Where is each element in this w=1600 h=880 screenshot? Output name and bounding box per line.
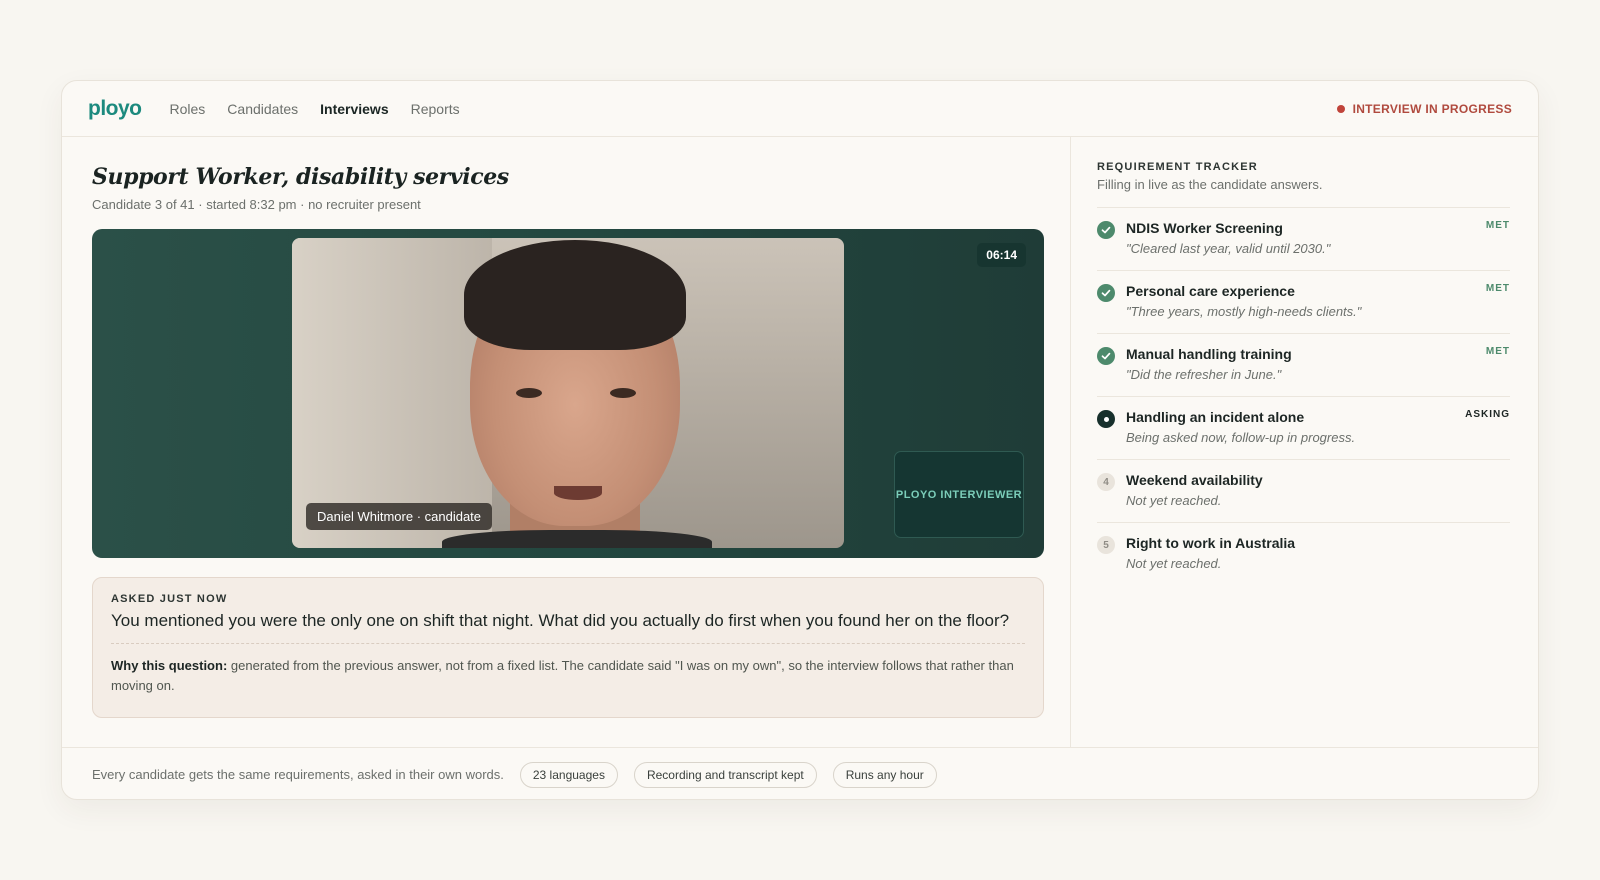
requirement-item[interactable]: 5 Right to work in Australia Not yet rea… <box>1097 523 1510 586</box>
requirement-name: Weekend availability <box>1126 472 1263 488</box>
candidate-mouth <box>554 486 602 500</box>
requirement-note: Not yet reached. <box>1126 493 1222 508</box>
page-title: Support Worker, disability services <box>92 164 509 190</box>
requirement-name: Handling an incident alone <box>1126 409 1305 425</box>
ployo-logo[interactable]: ployo <box>88 97 142 121</box>
requirement-item[interactable]: Personal care experience "Three years, m… <box>1097 271 1510 334</box>
tracker-title: REQUIREMENT TRACKER <box>1097 161 1258 173</box>
requirement-name: Right to work in Australia <box>1126 535 1296 551</box>
background-wall <box>292 238 492 548</box>
question-label: ASKED JUST NOW <box>111 593 228 605</box>
interview-status-text: INTERVIEW IN PROGRESS <box>1352 101 1512 116</box>
nav-roles[interactable]: Roles <box>170 101 206 117</box>
check-icon <box>1097 221 1115 239</box>
candidate-shirt <box>442 530 712 548</box>
interview-timer: 06:14 <box>977 243 1026 267</box>
nav-candidates[interactable]: Candidates <box>227 101 298 117</box>
app-window: ployo Roles Candidates Interviews Report… <box>61 80 1539 800</box>
candidate-right-eye <box>610 388 636 398</box>
requirement-item[interactable]: NDIS Worker Screening "Cleared last year… <box>1097 208 1510 271</box>
requirement-status: ASKING <box>1465 409 1510 420</box>
recording-dot-icon <box>1336 104 1345 113</box>
check-icon <box>1097 284 1115 302</box>
requirement-item[interactable]: 4 Weekend availability Not yet reached. <box>1097 460 1510 523</box>
nav-interviews[interactable]: Interviews <box>320 101 388 117</box>
page-subtitle: Candidate 3 of 41 · started 8:32 pm · no… <box>92 197 421 212</box>
interviewer-tile: PLOYO INTERVIEWER <box>894 451 1024 538</box>
requirement-name: Personal care experience <box>1126 283 1295 299</box>
candidate-left-eye <box>516 388 542 398</box>
question-text: You mentioned you were the only one on s… <box>111 611 1010 630</box>
top-navigation: ployo Roles Candidates Interviews Report… <box>62 81 1538 137</box>
requirement-name: NDIS Worker Screening <box>1126 220 1283 236</box>
requirement-name: Manual handling training <box>1126 346 1292 362</box>
requirement-list: NDIS Worker Screening "Cleared last year… <box>1097 207 1510 586</box>
footer-text: Every candidate gets the same requiremen… <box>92 767 504 782</box>
candidate-hair <box>464 240 686 350</box>
main-nav: Roles Candidates Interviews Reports <box>170 101 460 117</box>
requirement-note: Being asked now, follow-up in progress. <box>1126 430 1356 445</box>
requirement-status: MET <box>1485 220 1510 231</box>
interview-main-panel: Support Worker, disability services Cand… <box>92 137 1044 747</box>
requirement-item[interactable]: Manual handling training "Did the refres… <box>1097 334 1510 397</box>
rationale-label: Why this question: <box>111 658 228 673</box>
chip-any-hour[interactable]: Runs any hour <box>832 761 937 788</box>
feature-chips: 23 languages Recording and transcript ke… <box>519 761 937 788</box>
rationale-text: generated from the previous answer, not … <box>111 658 1014 693</box>
check-icon <box>1097 347 1115 365</box>
candidate-video: Daniel Whitmore · candidate <box>292 238 844 548</box>
current-question-card: ASKED JUST NOW You mentioned you were th… <box>92 577 1044 718</box>
requirement-note: Not yet reached. <box>1126 556 1222 571</box>
question-divider <box>111 643 1025 644</box>
chip-recording[interactable]: Recording and transcript kept <box>633 761 817 788</box>
nav-reports[interactable]: Reports <box>411 101 460 117</box>
requirement-note: "Cleared last year, valid until 2030." <box>1126 241 1331 256</box>
requirement-status: MET <box>1485 346 1510 357</box>
requirement-note: "Three years, mostly high-needs clients.… <box>1126 304 1362 319</box>
requirement-tracker: REQUIREMENT TRACKER Filling in live as t… <box>1070 137 1538 747</box>
tracker-subtitle: Filling in live as the candidate answers… <box>1097 177 1323 192</box>
video-stage: Daniel Whitmore · candidate 06:14 PLOYO … <box>92 229 1044 558</box>
requirement-status: MET <box>1485 283 1510 294</box>
in-progress-icon <box>1097 410 1115 428</box>
step-number-icon: 5 <box>1097 536 1115 554</box>
question-rationale: Why this question: generated from the pr… <box>111 656 1025 696</box>
candidate-name-tag: Daniel Whitmore · candidate <box>306 503 493 530</box>
requirement-item[interactable]: Handling an incident alone Being asked n… <box>1097 397 1510 460</box>
requirement-note: "Did the refresher in June." <box>1126 367 1282 382</box>
step-number-icon: 4 <box>1097 473 1115 491</box>
chip-languages[interactable]: 23 languages <box>519 761 618 788</box>
in-progress-dot <box>1103 416 1109 422</box>
footer-bar: Every candidate gets the same requiremen… <box>62 747 1538 799</box>
interview-status-badge: INTERVIEW IN PROGRESS <box>1336 101 1512 116</box>
